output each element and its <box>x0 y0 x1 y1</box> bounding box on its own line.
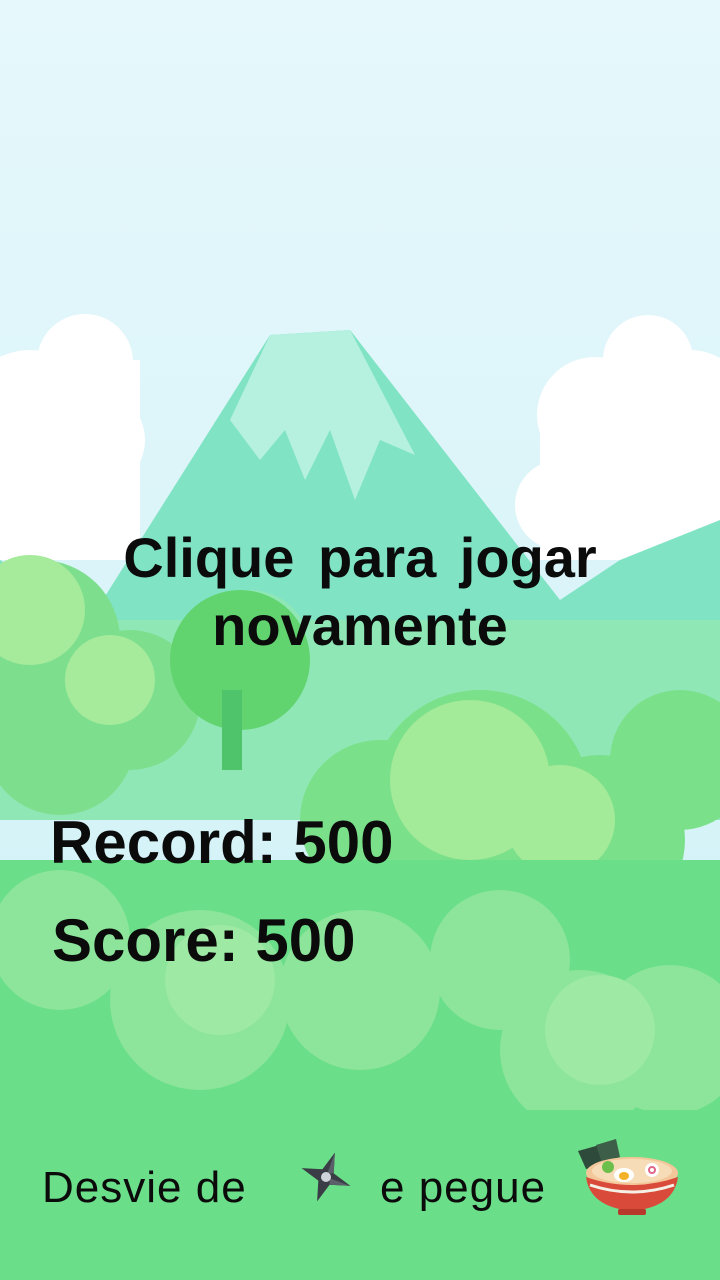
replay-prompt[interactable]: Clique para jogar novamente <box>60 524 660 660</box>
replay-prompt-line2: novamente <box>212 594 508 657</box>
ramen-bowl-icon <box>578 1139 678 1215</box>
instruction-bar: Desvie de e pegue <box>0 1135 720 1235</box>
record-label: Record: 500 <box>50 809 394 876</box>
shuriken-icon <box>301 1152 351 1202</box>
replay-prompt-line1: Clique para jogar <box>123 526 597 589</box>
catch-text: e pegue <box>380 1163 547 1212</box>
avoid-text: Desvie de <box>42 1163 247 1212</box>
score-label: Score: 500 <box>52 907 356 974</box>
